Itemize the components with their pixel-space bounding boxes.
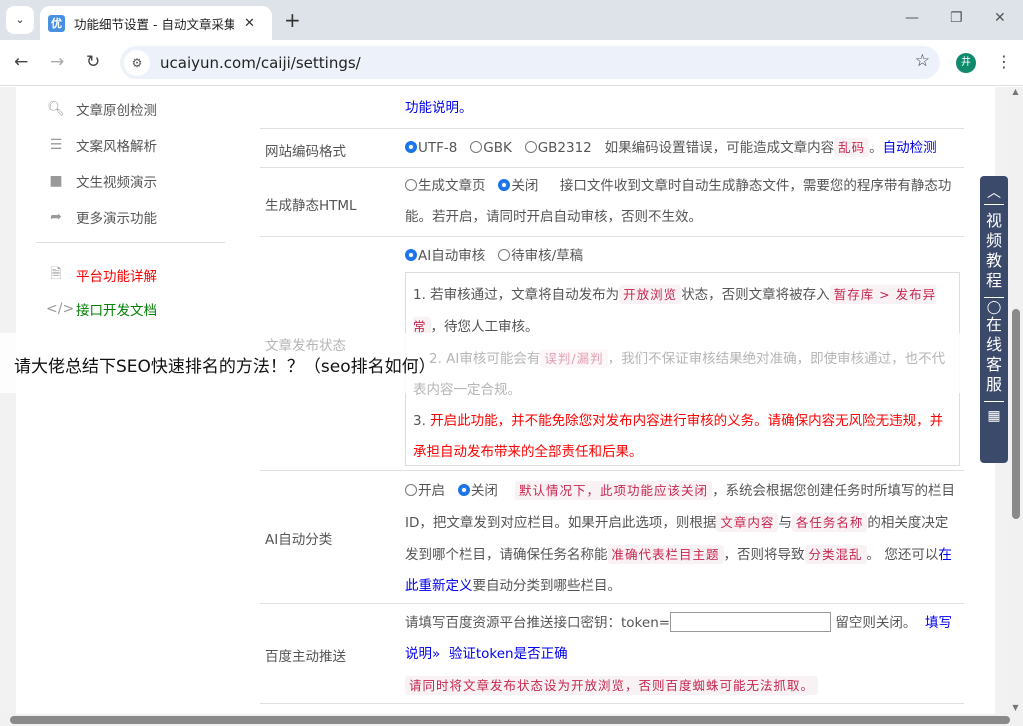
radio-gb2312[interactable]: GB2312 xyxy=(524,140,592,156)
radio-gbk[interactable]: GBK xyxy=(470,140,512,156)
sidebar-item-label: 文生视频演示 xyxy=(76,175,157,191)
online-service-button[interactable]: 在线客服 xyxy=(980,315,1008,399)
headset-icon: ◯ xyxy=(986,300,1002,315)
radio-draft[interactable]: 待审核/草稿 xyxy=(498,248,583,264)
page-margin xyxy=(0,87,16,717)
row-baidu-push: 百度主动推送 请填写百度资源平台推送接口密钥：token= 留空则关闭。 填写说… xyxy=(260,604,964,704)
qrcode-icon[interactable]: ▦ xyxy=(980,404,1008,424)
sidebar-item-style[interactable]: ☰ 文案风格解析 xyxy=(46,135,157,155)
row-top: 功能说明。 xyxy=(260,87,964,129)
review-notice-box: 1. 若审核通过，文章将自动发布为 开放浏览 状态，否则文章将被存入 暂存库 > 发布… xyxy=(405,272,960,466)
overlay-title: 请大佬总结下SEO快速排名的方法！？（seo排名如何） xyxy=(14,357,436,377)
sidebar-item-label: 文章原创检测 xyxy=(76,103,157,119)
video-tutorial-button[interactable]: 视频教程 xyxy=(980,207,1008,295)
token-input[interactable] xyxy=(670,612,832,632)
sidebar-divider xyxy=(36,242,225,243)
close-tab-icon[interactable]: ✕ xyxy=(244,16,255,31)
sidebar-item-label: 平台功能详解 xyxy=(76,269,157,285)
radio-off[interactable]: 关闭 xyxy=(498,178,538,194)
site-settings-icon[interactable]: ⚙ xyxy=(124,49,150,76)
back-icon[interactable]: ← xyxy=(14,52,28,72)
radio-ai-review[interactable]: AI自动审核 xyxy=(405,248,485,264)
sidebar-item-label: 接口开发文档 xyxy=(76,303,157,319)
url-text[interactable]: ucaiyun.com/caiji/settings/ xyxy=(160,54,361,72)
sidebar-item-api[interactable]: </> 接口开发文档 xyxy=(46,299,157,319)
row-static-html: 生成静态HTML 生成文章页 关闭 接口文件收到文章时自动生成静态文件，需要您的… xyxy=(260,168,964,237)
favicon: 优 xyxy=(48,14,65,32)
baidu-notice: 请同时将文章发布状态设为开放浏览，否则百度蜘蛛可能无法抓取。 xyxy=(405,676,819,695)
tab-title: 功能细节设置 - 自动文章采集器 xyxy=(74,16,234,32)
tab-bar: ⌄ 优 功能细节设置 - 自动文章采集器 ✕ + — ❐ ✕ xyxy=(0,0,1023,40)
radio-utf8[interactable]: UTF-8 xyxy=(405,140,457,156)
video-icon: ■ xyxy=(49,173,63,189)
tab-search-button[interactable]: ⌄ xyxy=(6,6,34,34)
close-window-icon[interactable]: ✕ xyxy=(994,10,1006,26)
token-label: 请填写百度资源平台推送接口密钥：token= xyxy=(405,615,671,631)
row-label: 网站编码格式 xyxy=(265,144,346,160)
sidebar-item-more[interactable]: ➦ 更多演示功能 xyxy=(46,207,157,227)
horizontal-scrollbar[interactable] xyxy=(0,714,1023,726)
sidebar-item-label: 更多演示功能 xyxy=(76,211,157,227)
browser-toolbar: ← → ↻ ⚙ ucaiyun.com/caiji/settings/ ☆ xyxy=(0,40,1023,86)
new-tab-icon[interactable]: + xyxy=(284,8,301,32)
review-note-2: 2. AI审核可能会有 误判/漏判 ，我们不保证审核结果绝对准确，即使审核通过，也不… xyxy=(413,349,946,398)
menu-icon[interactable]: ⋮ xyxy=(996,52,1012,71)
verify-token-link[interactable]: 验证token是否正确 xyxy=(449,646,568,662)
document-icon: 🗎 xyxy=(50,266,62,282)
code-icon: </> xyxy=(46,301,75,317)
punct: 。 xyxy=(869,140,883,156)
minimize-icon[interactable]: — xyxy=(905,10,919,26)
sidebar-item-platform[interactable]: 🗎 平台功能详解 xyxy=(46,263,157,287)
restore-icon[interactable]: ❐ xyxy=(950,10,963,26)
encoding-note: 如果编码设置错误，可能造成文章内容 xyxy=(604,140,835,156)
auto-detect-link[interactable]: 自动检测 xyxy=(883,140,937,156)
row-label: 百度主动推送 xyxy=(265,649,346,665)
list-icon: ☰ xyxy=(49,137,63,153)
share-icon: ➦ xyxy=(50,209,62,225)
radio-on[interactable]: 开启 xyxy=(405,483,445,499)
sidebar-item-originality[interactable]: 🔍︎ 文章原创检测 xyxy=(46,99,157,119)
search-icon: 🔍︎ xyxy=(47,101,65,117)
floating-help-panel: ︿ 视频教程 ◯ 在线客服 ▦ xyxy=(980,176,1008,463)
profile-avatar[interactable]: 井 xyxy=(956,53,976,73)
scroll-top-icon[interactable]: ︿ xyxy=(980,176,1008,202)
row-label: 生成静态HTML xyxy=(265,198,357,214)
reload-icon[interactable]: ↻ xyxy=(86,52,100,72)
row-label: AI自动分类 xyxy=(265,532,333,548)
feature-info-link[interactable]: 功能说明。 xyxy=(405,100,473,116)
row-ai-classify: AI自动分类 开启 关闭 默认情况下，此项功能应该关闭 ，系统会根据您创建任务时所… xyxy=(260,471,964,604)
address-bar[interactable]: ⚙ ucaiyun.com/caiji/settings/ ☆ xyxy=(120,46,940,79)
browser-tab[interactable]: 优 功能细节设置 - 自动文章采集器 ✕ xyxy=(40,6,272,40)
row-encoding: 网站编码格式 UTF-8 GBK GB2312 如果编码设置错误，可能造成文章内… xyxy=(260,129,964,168)
row-label: 文章发布状态 xyxy=(265,338,346,354)
sidebar-item-label: 文案风格解析 xyxy=(76,139,157,155)
bookmark-star-icon[interactable]: ☆ xyxy=(915,51,930,71)
radio-off[interactable]: 关闭 xyxy=(457,483,498,499)
vertical-scrollbar[interactable]: ▲ ▼ xyxy=(1008,87,1023,714)
forward-icon[interactable]: → xyxy=(50,52,64,72)
static-note: 接口文件收到文章时自动生成静态文件，需要您的程序带有静态功能。若开启，请同时开启… xyxy=(405,178,952,225)
radio-generate[interactable]: 生成文章页 xyxy=(405,178,486,194)
code-badge: 乱码 xyxy=(834,138,870,157)
sidebar-item-video[interactable]: ■ 文生视频演示 xyxy=(46,171,157,191)
